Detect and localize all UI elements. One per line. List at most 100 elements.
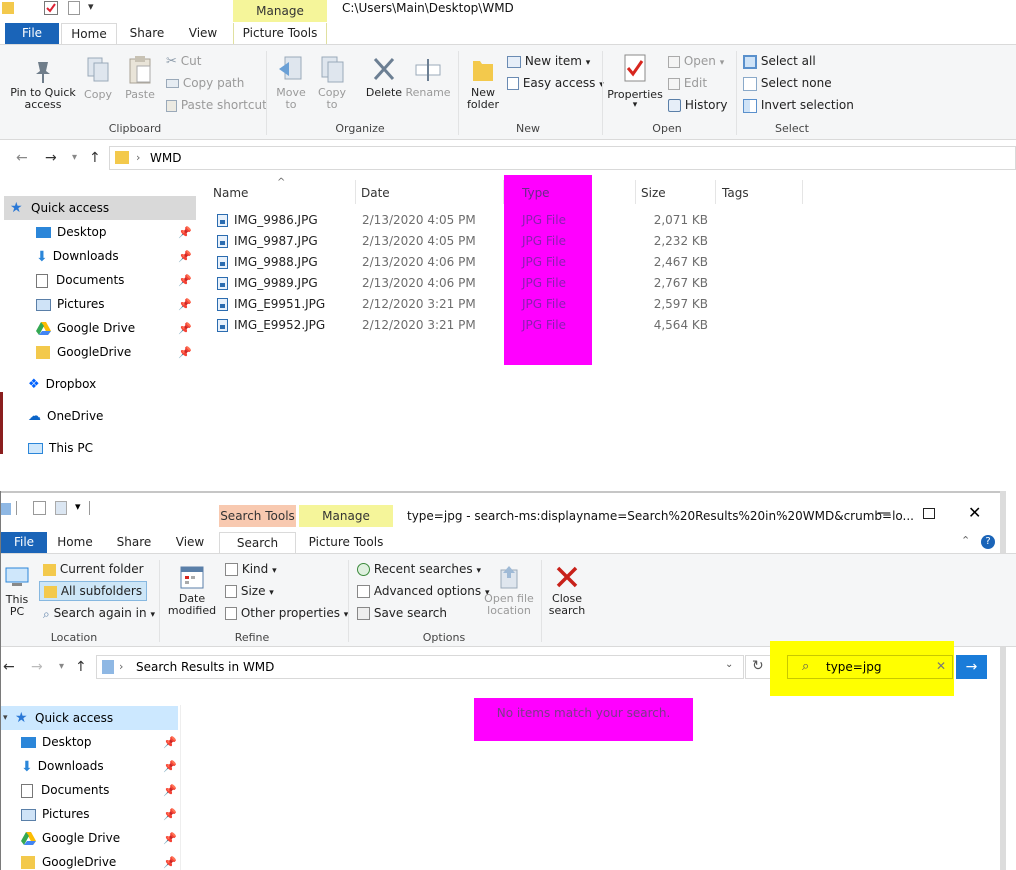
column-date[interactable]: Date — [361, 183, 390, 203]
recent-locations-button[interactable]: ▾ — [59, 655, 64, 679]
nav-google-drive[interactable]: Google Drive — [36, 316, 186, 340]
nav-documents[interactable]: Documents — [36, 268, 186, 292]
tab-picture-tools[interactable]: Picture Tools — [299, 532, 393, 553]
file-row[interactable]: IMG_9986.JPG 2/13/2020 4:05 PM JPG File … — [213, 210, 793, 231]
all-subfolders-button[interactable]: All subfolders — [39, 581, 148, 601]
up-button[interactable]: ↑ — [89, 146, 101, 170]
close-button[interactable]: ✕ — [968, 503, 981, 522]
properties-button[interactable]: Properties ▾ — [606, 53, 664, 111]
address-bar[interactable]: › WMD — [109, 146, 1016, 170]
tab-view[interactable]: View — [177, 23, 229, 44]
pin-icon[interactable]: 📌 — [163, 808, 177, 821]
recent-searches-button[interactable]: Recent searches ▾ — [357, 561, 481, 579]
pin-icon[interactable]: 📌 — [178, 346, 192, 359]
qat-dropdown-icon[interactable]: ▾ — [88, 0, 94, 13]
nav-googledrive-folder[interactable]: GoogleDrive — [21, 850, 171, 870]
breadcrumb-wmd[interactable]: WMD — [150, 151, 181, 165]
recent-locations-button[interactable]: ▾ — [72, 146, 77, 170]
select-all-button[interactable]: Select all — [743, 53, 816, 69]
expand-chevron-icon[interactable]: ▾ — [3, 706, 8, 730]
pin-icon[interactable]: 📌 — [178, 226, 192, 239]
tab-search[interactable]: Search — [219, 532, 296, 553]
refresh-button[interactable]: ↻ — [745, 655, 771, 679]
back-button[interactable]: ← — [16, 146, 28, 170]
properties-check-icon[interactable] — [44, 1, 58, 15]
tab-share[interactable]: Share — [111, 532, 157, 553]
file-row[interactable]: IMG_9989.JPG 2/13/2020 4:06 PM JPG File … — [213, 273, 793, 294]
new-folder-qat-icon[interactable] — [55, 501, 67, 515]
nav-google-drive[interactable]: Google Drive — [21, 826, 171, 850]
easy-access-button[interactable]: Easy access ▾ — [507, 75, 604, 93]
pin-quick-access-button[interactable]: Pin to Quick access — [8, 59, 78, 111]
save-search-button[interactable]: Save search — [357, 605, 447, 621]
cut-button[interactable]: ✂ Cut — [166, 53, 201, 70]
open-file-location-button[interactable]: Open file location — [481, 564, 537, 617]
close-search-button[interactable]: Close search — [545, 564, 589, 617]
file-row[interactable]: IMG_9987.JPG 2/13/2020 4:05 PM JPG File … — [213, 231, 793, 252]
column-type[interactable]: Type — [522, 183, 550, 203]
invert-selection-button[interactable]: Invert selection — [743, 97, 854, 113]
nav-downloads[interactable]: ⬇ Downloads — [36, 244, 186, 268]
edit-button[interactable]: Edit — [668, 75, 707, 91]
pin-icon[interactable]: 📌 — [163, 856, 177, 869]
nav-pictures[interactable]: Pictures — [21, 802, 171, 826]
folder-icon[interactable] — [2, 2, 14, 14]
tab-home[interactable]: Home — [52, 532, 98, 553]
search-box[interactable]: ⌕ type=jpg ✕ — [787, 655, 953, 679]
history-button[interactable]: History — [668, 97, 728, 113]
maximize-button[interactable] — [923, 508, 935, 519]
search-input[interactable]: type=jpg — [826, 660, 881, 674]
properties-check-icon[interactable] — [33, 501, 46, 515]
forward-button[interactable]: → — [31, 655, 43, 679]
current-folder-button[interactable]: Current folder — [43, 561, 144, 577]
nav-onedrive[interactable]: ☁ OneDrive — [28, 404, 178, 428]
minimize-button[interactable]: — — [877, 505, 891, 521]
move-to-button[interactable]: Move to — [274, 55, 308, 111]
copy-path-button[interactable]: Copy path — [166, 75, 244, 91]
date-modified-button[interactable]: Date modified — [163, 564, 221, 617]
rename-button[interactable]: Rename — [404, 55, 452, 99]
column-divider[interactable] — [802, 180, 803, 204]
pin-icon[interactable]: 📌 — [178, 274, 192, 287]
tab-view[interactable]: View — [167, 532, 213, 553]
nav-downloads[interactable]: ⬇ Downloads — [21, 754, 171, 778]
forward-button[interactable]: → — [45, 146, 57, 170]
nav-quick-access[interactable]: ★ Quick access — [4, 196, 196, 220]
paste-button[interactable]: Paste — [120, 55, 160, 101]
up-button[interactable]: ↑ — [75, 655, 87, 679]
file-row[interactable]: IMG_9988.JPG 2/13/2020 4:06 PM JPG File … — [213, 252, 793, 273]
minimize-ribbon-icon[interactable]: ⌃ — [961, 534, 970, 547]
column-divider[interactable] — [355, 180, 356, 204]
select-none-button[interactable]: Select none — [743, 75, 832, 91]
search-again-button[interactable]: ⌕ Search again in ▾ — [43, 605, 155, 623]
address-dropdown-icon[interactable]: ⌄ — [725, 659, 733, 670]
other-properties-button[interactable]: Other properties ▾ — [225, 605, 348, 623]
paste-shortcut-button[interactable]: Paste shortcut — [166, 97, 267, 113]
back-button[interactable]: ← — [3, 655, 15, 679]
open-button[interactable]: Open ▾ — [668, 53, 724, 71]
column-name[interactable]: Name — [213, 183, 248, 203]
nav-desktop[interactable]: Desktop — [21, 730, 171, 754]
delete-button[interactable]: Delete — [364, 55, 404, 99]
new-folder-qat-icon[interactable] — [68, 1, 80, 15]
pin-icon[interactable]: 📌 — [163, 784, 177, 797]
nav-dropbox[interactable]: ❖ Dropbox — [28, 372, 178, 396]
column-tags[interactable]: Tags — [722, 183, 749, 203]
folder-icon[interactable] — [1, 503, 11, 515]
tab-file[interactable]: File — [1, 532, 47, 553]
pin-icon[interactable]: 📌 — [178, 322, 192, 335]
pin-icon[interactable]: 📌 — [163, 760, 177, 773]
tab-share[interactable]: Share — [121, 23, 173, 44]
column-divider[interactable] — [635, 180, 636, 204]
pin-icon[interactable]: 📌 — [163, 736, 177, 749]
pin-icon[interactable]: 📌 — [163, 832, 177, 845]
tab-picture-tools[interactable]: Picture Tools — [233, 23, 327, 44]
copy-button[interactable]: Copy — [80, 55, 116, 101]
size-button[interactable]: Size ▾ — [225, 583, 274, 601]
nav-desktop[interactable]: Desktop — [36, 220, 186, 244]
this-pc-button[interactable]: This PC — [1, 564, 33, 618]
qat-dropdown-icon[interactable]: ▾ — [75, 500, 81, 513]
copy-to-button[interactable]: Copy to — [314, 55, 350, 111]
tab-home[interactable]: Home — [61, 23, 117, 44]
new-folder-button[interactable]: New folder — [462, 55, 504, 111]
